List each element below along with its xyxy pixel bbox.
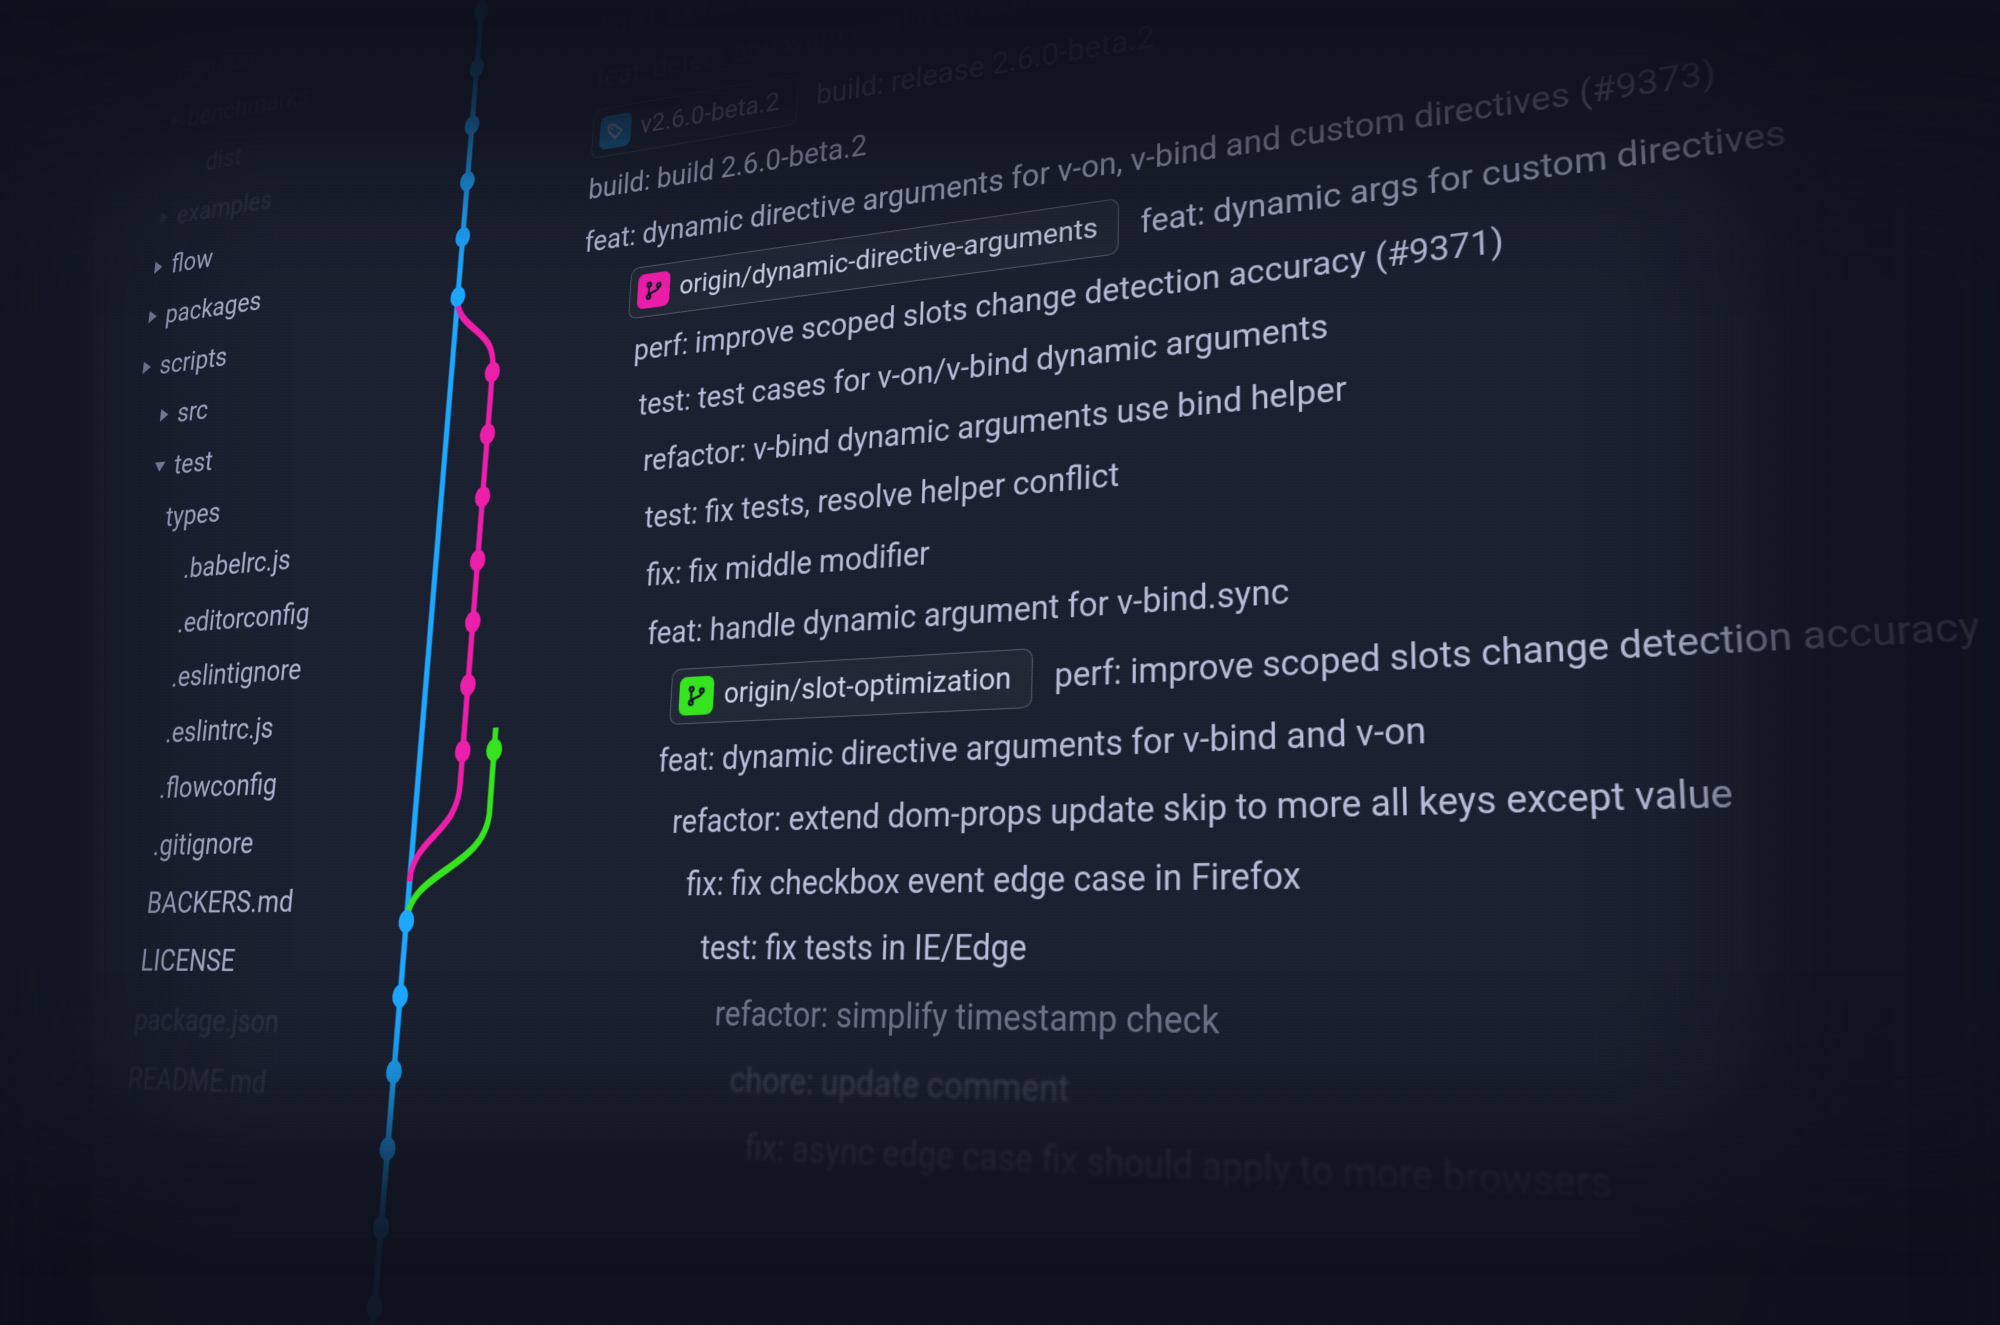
file-tree-item[interactable]: package.json — [64, 990, 327, 1054]
file-tree-label: .eslintignore — [169, 641, 304, 705]
branch-chip[interactable]: origin/slot-optimization — [669, 648, 1033, 725]
file-tree-label: types — [163, 486, 224, 545]
branch-icon — [678, 675, 714, 715]
file-tree-label: dist — [203, 131, 245, 187]
file-tree-label: BACKERS.md — [144, 872, 296, 932]
file-tree-label: .editorconfig — [175, 585, 312, 650]
file-tree-item[interactable]: .flowconfig — [91, 753, 349, 820]
commit-message: fix: async edge case fix should apply to… — [744, 1121, 1614, 1217]
file-tree-item[interactable]: .gitignore — [84, 812, 343, 876]
commit-message: chore: update comment — [728, 1054, 1069, 1119]
tag-icon — [599, 112, 632, 151]
branch-label: origin/slot-optimization — [723, 655, 1012, 717]
file-tree-item[interactable]: README.md — [57, 1048, 321, 1117]
commit-message: fix: fix checkbox event edge case in Fir… — [685, 848, 1301, 911]
file-tree-label: test — [171, 435, 215, 492]
file-tree-item[interactable]: BACKERS.md — [78, 871, 339, 932]
chevron-right-icon — [148, 310, 157, 324]
file-tree-label: README.md — [125, 1049, 269, 1114]
file-tree-label: src — [175, 384, 211, 440]
git-log-panel: build: build 2.6.0-beta.3build: fix feat… — [273, 0, 2000, 1325]
file-tree-item[interactable]: LICENSE — [71, 931, 333, 992]
file-tree-label: scripts — [157, 331, 230, 391]
file-tree-label: flow — [169, 233, 216, 290]
commit-row[interactable]: refactor: simplify timestamp check — [530, 980, 2000, 1098]
branch-icon — [637, 271, 671, 310]
commit-row[interactable]: chore: update comment — [525, 1043, 2000, 1200]
chevron-right-icon — [160, 408, 169, 422]
file-tree-label: package.json — [131, 990, 281, 1052]
chevron-right-icon — [154, 260, 163, 274]
chevron-down-icon — [154, 462, 166, 473]
chevron-right-icon — [160, 211, 169, 224]
chevron-right-icon — [171, 114, 180, 127]
spacer — [189, 164, 197, 165]
spacer — [160, 624, 168, 625]
file-tree-label: .gitignore — [150, 814, 256, 874]
spacer — [154, 678, 162, 679]
chevron-right-icon — [177, 66, 186, 79]
file-tree-label: .babelrc.js — [181, 532, 294, 596]
commit-message: test: fix tests in IE/Edge — [699, 921, 1027, 977]
commit-row[interactable]: fix: async edge case fix should apply to… — [521, 1107, 2000, 1304]
file-tree-label: .flowconfig — [157, 756, 280, 817]
spacer — [166, 570, 174, 571]
chevron-right-icon — [142, 360, 151, 374]
commit-message: refactor: simplify timestamp check — [714, 988, 1220, 1051]
file-tree-label: LICENSE — [138, 932, 238, 992]
file-tree-label: .eslintrc.js — [163, 699, 276, 761]
spacer — [149, 519, 157, 520]
